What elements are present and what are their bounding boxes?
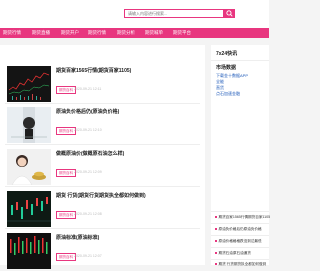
search-button[interactable]	[224, 9, 235, 18]
article-tag[interactable]: 期货百科	[56, 253, 76, 261]
article-thumbnail[interactable]	[7, 191, 51, 227]
search-icon	[226, 10, 233, 17]
divider	[211, 247, 269, 248]
divider	[211, 60, 269, 61]
nav-item[interactable]: 期货行情	[3, 28, 21, 38]
article-item[interactable]: 期货 行货(期货行货期货执全都如何做到) 期货百科 2020-09-21 12:…	[5, 191, 200, 229]
nav-item[interactable]: 期货直播	[32, 28, 50, 38]
article-desc	[56, 243, 196, 251]
hot-item-label[interactable]: 期货 行货期货执全都如何做到	[219, 262, 267, 266]
divider	[5, 144, 200, 145]
article-time: 2020-09-21 12:09	[74, 170, 102, 174]
article-item[interactable]: 做概原油价(做概原石油怎么样) 期货百科 2020-09-21 12:09	[5, 149, 200, 187]
article-item[interactable]: 原油标准(原油标准) 期货百科 2020-09-21 12:07	[5, 233, 200, 271]
article-title[interactable]: 期货百家1565行情(期货百家1105)	[56, 67, 131, 74]
nav-item[interactable]: 期货喊单	[145, 28, 163, 38]
divider	[211, 223, 269, 224]
header	[0, 0, 269, 28]
divider	[5, 186, 200, 187]
article-time: 2020-09-21 12:10	[74, 128, 102, 132]
article-item[interactable]: 原油负价格后仍(原油负价格) 期货百科 2020-09-21 12:10	[5, 107, 200, 145]
article-thumbnail[interactable]	[7, 107, 51, 143]
article-desc	[56, 117, 196, 125]
hot-item[interactable]: 期货百家1565行情期货百家1105	[215, 215, 270, 220]
article-thumbnail[interactable]	[7, 233, 51, 269]
article-desc	[56, 159, 196, 167]
nav-item[interactable]: 期货开户	[61, 28, 79, 38]
hot-item[interactable]: 原油负价格后仍原油负价格	[215, 227, 262, 232]
article-tag[interactable]: 期货百科	[56, 127, 76, 135]
article-time: 2020-09-21 12:07	[74, 254, 102, 258]
hot-item-label[interactable]: 期货百家1565行情期货百家1105	[219, 215, 271, 219]
hot-item[interactable]: 期货石油原石油通货	[215, 251, 251, 256]
bullet-icon	[215, 252, 217, 254]
divider	[211, 211, 269, 212]
article-thumbnail[interactable]	[7, 149, 51, 185]
news-section-title: 7x24快讯	[216, 51, 238, 57]
article-tag[interactable]: 期货百科	[56, 169, 76, 177]
nav-item[interactable]: 期货平台	[173, 28, 191, 38]
article-title[interactable]: 原油负价格后仍(原油负价格)	[56, 108, 119, 115]
bullet-icon	[215, 216, 217, 218]
hot-item-label[interactable]: 原油价格格格跌没到达最低	[219, 239, 262, 243]
hot-item[interactable]: 原油价格格格跌没到达最低	[215, 239, 262, 244]
nav-item[interactable]: 期货行情	[88, 28, 106, 38]
hot-item-label[interactable]: 原油负价格后仍原油负价格	[219, 227, 262, 231]
bullet-icon	[215, 228, 217, 230]
search-box	[124, 9, 224, 18]
article-thumbnail[interactable]	[7, 66, 51, 102]
article-title[interactable]: 做概原油价(做概原石油怎么样)	[56, 150, 124, 157]
divider	[5, 228, 200, 229]
article-desc	[56, 76, 196, 84]
search-input[interactable]	[125, 10, 216, 17]
divider	[5, 103, 200, 104]
article-tag[interactable]: 期货百科	[56, 211, 76, 219]
article-title[interactable]: 期货 行货(期货行货期货执全都如何做到)	[56, 192, 146, 199]
divider	[211, 259, 269, 260]
article-list: 期货百家1565行情(期货百家1105) 期货百科 2020-09-21 12:…	[0, 45, 205, 269]
article-title[interactable]: 原油标准(原油标准)	[56, 234, 99, 241]
sidebar: 7x24快讯 市场数据 下载金十数据APP 全能 直货 点石加速金融 期货百家1…	[211, 45, 270, 266]
main-nav: 期货行情 期货直播 期货开户 期货行情 期货分析 期货喊单 期货平台	[0, 28, 269, 38]
article-item[interactable]: 期货百家1565行情(期货百家1105) 期货百科 2020-09-21 12:…	[5, 66, 200, 104]
nav-item[interactable]: 期货分析	[117, 28, 135, 38]
article-time: 2020-09-21 12:11	[74, 87, 102, 91]
market-link[interactable]: 点石加速金融	[216, 91, 240, 97]
market-section-title: 市场数据	[216, 65, 237, 71]
bullet-icon	[215, 240, 217, 242]
divider	[211, 235, 269, 236]
article-desc	[56, 201, 196, 209]
hot-item-label[interactable]: 期货石油原石油通货	[219, 251, 251, 255]
article-time: 2020-09-21 12:08	[74, 212, 102, 216]
article-tag[interactable]: 期货百科	[56, 86, 76, 94]
